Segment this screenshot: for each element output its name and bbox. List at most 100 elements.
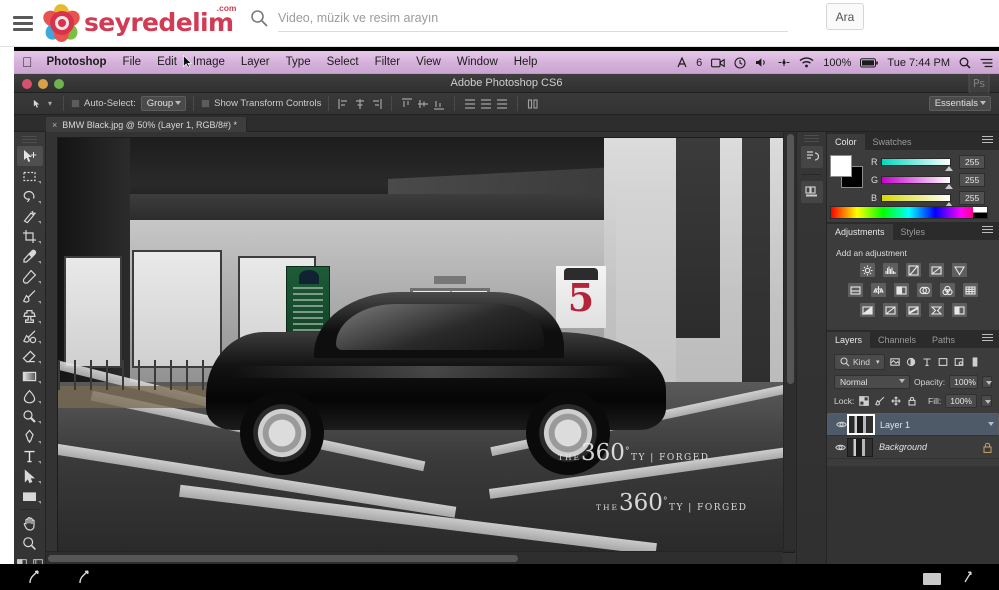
- color-spectrum-bar[interactable]: [830, 206, 988, 219]
- align-right-edges-icon[interactable]: [370, 98, 382, 110]
- close-icon[interactable]: ×: [52, 120, 57, 130]
- layer-filter-kind-dropdown[interactable]: Kind ▾: [834, 354, 885, 370]
- photo-filter-icon[interactable]: [917, 283, 932, 297]
- tab-swatches[interactable]: Swatches: [865, 134, 920, 150]
- filter-smart-objects-icon[interactable]: [953, 356, 965, 368]
- filter-pixel-layers-icon[interactable]: [889, 356, 901, 368]
- threshold-icon[interactable]: [906, 303, 921, 317]
- table-row[interactable]: Background: [827, 436, 999, 459]
- align-top-edges-icon[interactable]: [401, 98, 413, 110]
- layer-name[interactable]: Background: [879, 442, 982, 452]
- hand-tool[interactable]: [17, 513, 43, 533]
- channel-value-b[interactable]: 255: [959, 191, 985, 205]
- actions-panel-icon[interactable]: [801, 181, 823, 203]
- align-vertical-centers-icon[interactable]: [417, 98, 429, 110]
- history-brush-tool[interactable]: [17, 326, 43, 346]
- eraser-tool[interactable]: [17, 346, 43, 366]
- layer-thumbnail[interactable]: [848, 415, 874, 434]
- gradient-map-icon[interactable]: [952, 303, 967, 317]
- move-tool-options-icon[interactable]: [32, 98, 44, 110]
- dock-icon-3[interactable]: [923, 573, 941, 585]
- vibrance-icon[interactable]: [952, 263, 967, 277]
- filter-type-layers-icon[interactable]: [921, 356, 933, 368]
- auto-select-checkbox[interactable]: [71, 99, 80, 108]
- screen-recording-icon[interactable]: [711, 58, 725, 68]
- menu-item-photoshop[interactable]: Photoshop: [47, 56, 107, 68]
- filter-toggle-icon[interactable]: [969, 356, 981, 368]
- canvas-vertical-scrollbar[interactable]: [783, 132, 796, 550]
- canvas-vertical-scroll-thumb[interactable]: [787, 134, 794, 384]
- battery-icon[interactable]: [860, 58, 878, 68]
- tab-styles[interactable]: Styles: [893, 224, 934, 240]
- posterize-icon[interactable]: [883, 303, 898, 317]
- apple-logo-icon[interactable]: : [22, 55, 33, 69]
- options-preset-arrow[interactable]: ▾: [48, 99, 52, 108]
- menu-item-help[interactable]: Help: [514, 56, 538, 68]
- rectangular-marquee-tool[interactable]: [17, 166, 43, 186]
- brush-tool[interactable]: [17, 286, 43, 306]
- layer-name[interactable]: Layer 1: [880, 420, 992, 430]
- fill-value[interactable]: 100%: [945, 394, 977, 408]
- align-horizontal-centers-icon[interactable]: [354, 98, 366, 110]
- invert-icon[interactable]: [860, 303, 875, 317]
- search-button[interactable]: Ara: [826, 3, 864, 30]
- menu-item-view[interactable]: View: [416, 56, 441, 68]
- pen-tool[interactable]: [17, 426, 43, 446]
- canvas-horizontal-scroll-thumb[interactable]: [48, 555, 518, 562]
- channel-value-r[interactable]: 255: [959, 155, 985, 169]
- clone-stamp-tool[interactable]: [17, 306, 43, 326]
- tools-panel-grip[interactable]: [22, 136, 37, 143]
- hue-saturation-icon[interactable]: [848, 283, 863, 297]
- dock-icon-4[interactable]: [961, 569, 975, 585]
- tab-channels[interactable]: Channels: [870, 332, 924, 348]
- layers-panel-menu-icon[interactable]: [982, 334, 995, 343]
- fill-stepper[interactable]: [981, 395, 992, 407]
- path-selection-tool[interactable]: [17, 466, 43, 486]
- black-white-icon[interactable]: [894, 283, 909, 297]
- canvas-horizontal-scrollbar[interactable]: [46, 551, 783, 564]
- spotlight-search-icon[interactable]: [959, 57, 971, 69]
- layer-thumbnail[interactable]: [847, 438, 873, 457]
- menu-item-window[interactable]: Window: [457, 56, 498, 68]
- tab-adjustments[interactable]: Adjustments: [827, 224, 893, 240]
- distribute-vertical-centers-icon[interactable]: [480, 98, 492, 110]
- zoom-tool[interactable]: [17, 533, 43, 553]
- channel-value-g[interactable]: 255: [959, 173, 985, 187]
- lock-image-pixels-icon[interactable]: [874, 395, 886, 407]
- menu-item-select[interactable]: Select: [327, 56, 359, 68]
- document-canvas[interactable]: 5 THE360°TY | F: [58, 138, 794, 552]
- tab-layers[interactable]: Layers: [827, 332, 870, 348]
- distribute-top-edges-icon[interactable]: [464, 98, 476, 110]
- blend-mode-dropdown[interactable]: Normal: [834, 375, 910, 389]
- history-panel-icon[interactable]: [801, 146, 823, 168]
- crop-tool[interactable]: [17, 226, 43, 246]
- color-panel-menu-icon[interactable]: [982, 136, 995, 145]
- type-tool[interactable]: [17, 446, 43, 466]
- canvas-area[interactable]: 5 THE360°TY | F: [46, 132, 796, 564]
- input-source-icon[interactable]: [677, 57, 687, 68]
- color-lookup-icon[interactable]: [963, 283, 978, 297]
- lasso-tool[interactable]: [17, 186, 43, 206]
- auto-select-scope-dropdown[interactable]: Group: [141, 96, 186, 111]
- align-bottom-edges-icon[interactable]: [433, 98, 445, 110]
- lock-all-icon[interactable]: [906, 395, 918, 407]
- table-row[interactable]: Layer 1: [827, 413, 999, 436]
- gradient-tool[interactable]: [17, 366, 43, 386]
- clock-icon[interactable]: [734, 57, 746, 69]
- distribute-bottom-edges-icon[interactable]: [496, 98, 508, 110]
- document-tab[interactable]: × BMW Black.jpg @ 50% (Layer 1, RGB/8#) …: [46, 117, 247, 134]
- lock-position-icon[interactable]: [890, 395, 902, 407]
- volume-icon[interactable]: [755, 57, 769, 68]
- spot-healing-brush-tool[interactable]: [17, 266, 43, 286]
- hamburger-menu-icon[interactable]: [10, 10, 36, 36]
- color-foreground-swatch[interactable]: [830, 155, 852, 177]
- opacity-value[interactable]: 100%: [949, 375, 978, 389]
- menu-item-file[interactable]: File: [123, 56, 142, 68]
- selective-color-icon[interactable]: [929, 303, 944, 317]
- brightness-contrast-icon[interactable]: [860, 263, 875, 277]
- workspace-switcher[interactable]: Essentials: [929, 96, 991, 111]
- channel-slider-b[interactable]: [881, 194, 951, 202]
- dodge-tool[interactable]: [17, 406, 43, 426]
- channel-slider-g[interactable]: [881, 176, 951, 184]
- tab-color[interactable]: Color: [827, 134, 865, 150]
